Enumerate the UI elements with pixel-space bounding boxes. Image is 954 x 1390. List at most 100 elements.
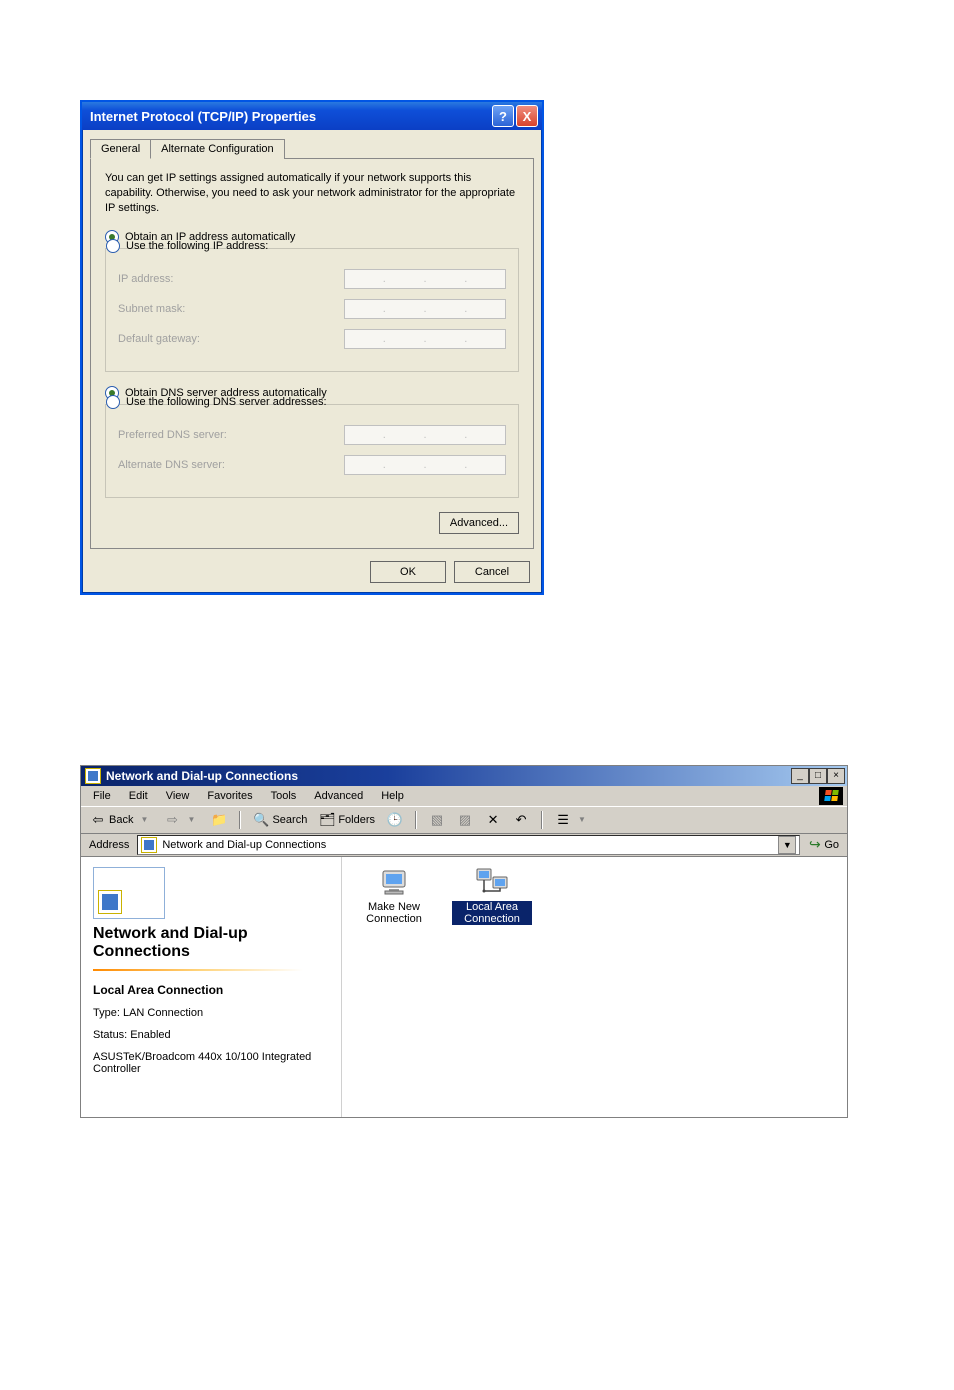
address-dropdown-button[interactable]: ▼ [778,836,796,854]
network-icon [141,837,157,853]
minimize-icon: _ [797,770,803,781]
menu-advanced[interactable]: Advanced [306,788,371,804]
close-icon: X [523,109,532,124]
make-new-connection-icon [377,867,411,897]
chevron-down-icon: ▼ [783,840,792,850]
tab-general[interactable]: General [90,139,151,159]
tab-panel-general: You can get IP settings assigned automat… [90,158,534,549]
views-button[interactable]: ☰ ▼ [552,810,593,830]
undo-button[interactable]: ↶ [510,810,532,830]
titlebar: Internet Protocol (TCP/IP) Properties ? … [82,102,542,130]
up-button[interactable]: 📁 [208,810,230,830]
connection-adapter: ASUSTeK/Broadcom 440x 10/100 Integrated … [93,1051,329,1075]
input-ip-address[interactable]: ... [344,269,506,289]
label-preferred-dns: Preferred DNS server: [118,429,227,441]
address-value: Network and Dial-up Connections [162,839,326,851]
radio-use-ip[interactable] [106,239,120,253]
titlebar: Network and Dial-up Connections _ □ × [81,766,847,786]
address-combo[interactable]: Network and Dial-up Connections ▼ [137,835,800,855]
description-text: You can get IP settings assigned automat… [105,171,519,216]
history-icon: 🕒 [387,812,403,828]
radio-use-ip-label: Use the following IP address: [126,240,268,252]
item-make-new-connection[interactable]: Make New Connection [354,867,434,925]
delete-icon: ✕ [485,812,501,828]
chevron-down-icon: ▼ [183,812,199,828]
move-icon: ▧ [429,812,445,828]
chevron-down-icon: ▼ [136,812,152,828]
label-subnet-mask: Subnet mask: [118,303,185,315]
label-ip-address: IP address: [118,273,173,285]
connection-status: Status: Enabled [93,1029,329,1041]
item-label: Make New Connection [354,901,434,925]
close-button[interactable]: × [827,768,845,784]
fieldset-ip-manual: Use the following IP address: IP address… [105,248,519,372]
menu-tools[interactable]: Tools [263,788,305,804]
forward-arrow-icon: ⇨ [164,812,180,828]
ok-button[interactable]: OK [370,561,446,583]
input-default-gateway[interactable]: ... [344,329,506,349]
address-label: Address [85,839,133,851]
radio-use-dns[interactable] [106,395,120,409]
items-pane: Make New Connection Local Area Connectio… [342,857,847,1117]
menubar: File Edit View Favorites Tools Advanced … [81,786,847,806]
help-button[interactable]: ? [492,105,514,127]
window-title: Network and Dial-up Connections [106,769,298,783]
fieldset-dns-manual: Use the following DNS server addresses: … [105,404,519,498]
folder-up-icon: 📁 [211,812,227,828]
maximize-button[interactable]: □ [809,768,827,784]
advanced-button[interactable]: Advanced... [439,512,519,534]
go-button[interactable]: ↪ Go [804,838,843,851]
folder-hero-icon [93,867,165,919]
back-button[interactable]: ⇦ Back ▼ [87,810,155,830]
input-alternate-dns[interactable]: ... [344,455,506,475]
forward-button[interactable]: ⇨ ▼ [161,810,202,830]
folders-button[interactable]: 🗂 Folders [316,810,378,830]
dialog-title: Internet Protocol (TCP/IP) Properties [90,109,316,124]
connection-type: Type: LAN Connection [93,1007,329,1019]
back-arrow-icon: ⇦ [90,812,106,828]
tcpip-properties-dialog: Internet Protocol (TCP/IP) Properties ? … [80,100,544,595]
chevron-down-icon: ▼ [574,812,590,828]
copy-to-button[interactable]: ▨ [454,810,476,830]
item-label: Local Area Connection [452,901,532,925]
info-pane: Network and Dial-up Connections Local Ar… [81,857,342,1117]
label-default-gateway: Default gateway: [118,333,200,345]
help-icon: ? [499,109,507,124]
maximize-icon: □ [815,770,821,781]
label-alternate-dns: Alternate DNS server: [118,459,225,471]
views-icon: ☰ [555,812,571,828]
input-preferred-dns[interactable]: ... [344,425,506,445]
pane-heading: Network and Dial-up Connections [93,925,329,961]
delete-button[interactable]: ✕ [482,810,504,830]
network-connections-window: Network and Dial-up Connections _ □ × Fi… [80,765,848,1118]
cancel-button[interactable]: Cancel [454,561,530,583]
windows-logo-icon [819,787,843,805]
input-subnet-mask[interactable]: ... [344,299,506,319]
tabstrip: General Alternate Configuration [90,138,542,158]
menu-favorites[interactable]: Favorites [199,788,260,804]
close-icon: × [833,770,839,781]
content-area: Network and Dial-up Connections Local Ar… [81,857,847,1117]
address-bar: Address Network and Dial-up Connections … [81,834,847,857]
selected-item-name: Local Area Connection [93,983,329,997]
menu-edit[interactable]: Edit [121,788,156,804]
minimize-button[interactable]: _ [791,768,809,784]
undo-icon: ↶ [513,812,529,828]
copy-icon: ▨ [457,812,473,828]
tab-alternate-configuration[interactable]: Alternate Configuration [150,139,285,159]
menu-help[interactable]: Help [373,788,412,804]
menu-view[interactable]: View [158,788,198,804]
move-to-button[interactable]: ▧ [426,810,448,830]
folders-icon: 🗂 [319,812,335,828]
window-icon [85,768,101,784]
history-button[interactable]: 🕒 [384,810,406,830]
toolbar: ⇦ Back ▼ ⇨ ▼ 📁 🔍 Search 🗂 Folders 🕒 ▧ ▨ … [81,806,847,834]
divider [93,969,303,971]
radio-use-dns-label: Use the following DNS server addresses: [126,396,327,408]
lan-connection-icon [475,867,509,897]
menu-file[interactable]: File [85,788,119,804]
item-local-area-connection[interactable]: Local Area Connection [452,867,532,925]
close-button[interactable]: X [516,105,538,127]
search-button[interactable]: 🔍 Search [250,810,310,830]
search-icon: 🔍 [253,812,269,828]
